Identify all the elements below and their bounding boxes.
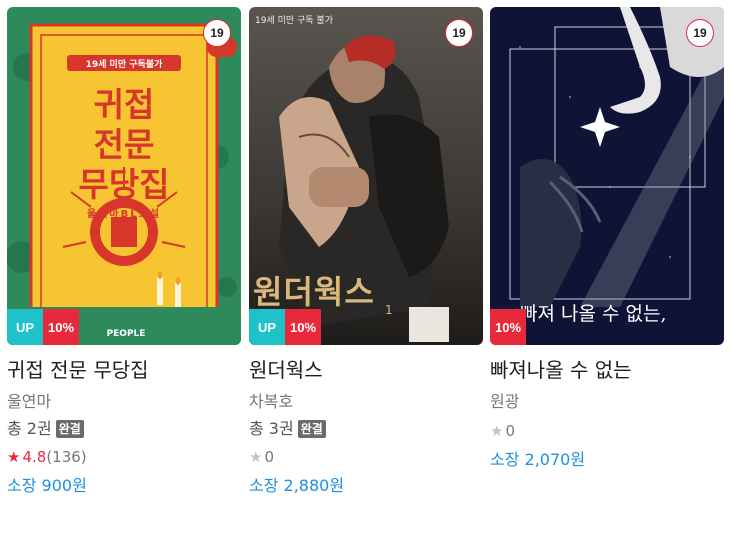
badge-group: UP 10% bbox=[7, 309, 79, 345]
book-cover-3[interactable]: 빠져 나올 수 없는, 19 10% bbox=[490, 7, 724, 345]
badge-group: UP 10% bbox=[249, 309, 321, 345]
discount-badge: 10% bbox=[490, 309, 526, 345]
cover-title: 빠져 나올 수 없는, bbox=[520, 303, 667, 325]
volume-count: 총 2권 bbox=[7, 419, 52, 438]
book-card-1[interactable]: 19세 미만 구독불가 귀접 전문 무당집 울연마BL소설 PEOPLE 19 … bbox=[7, 7, 241, 501]
rating-count: 0 bbox=[505, 422, 515, 440]
price: 소장 900원 bbox=[7, 476, 87, 495]
cover-title-line-3: 무당집 bbox=[78, 166, 170, 203]
cover-subtitle: 울연마BL소설 bbox=[87, 209, 161, 220]
cover-title-line-2: 전문 bbox=[93, 126, 155, 163]
book-cover-2[interactable]: 원더웍스 1 19세 미만 구독 불가 19 UP 10% bbox=[249, 7, 483, 345]
cover-title: 원더웍스 bbox=[253, 273, 375, 311]
age-19-badge: 19 bbox=[203, 19, 231, 47]
price: 소장 2,070원 bbox=[490, 450, 586, 469]
age-19-badge: 19 bbox=[445, 19, 473, 47]
cover-top-label: 19세 미만 구독불가 bbox=[85, 60, 163, 70]
star-icon: ★ bbox=[490, 422, 504, 440]
book-title[interactable]: 빠져나올 수 없는 bbox=[490, 353, 724, 387]
book-card-2[interactable]: 원더웍스 1 19세 미만 구독 불가 19 UP 10% 원더웍스 차복호 총… bbox=[249, 7, 483, 501]
cover-volume-mark: 1 bbox=[385, 303, 393, 317]
rating-count: (136) bbox=[46, 448, 87, 466]
book-author[interactable]: 울연마 bbox=[7, 389, 241, 415]
up-badge: UP bbox=[249, 309, 285, 345]
volume-info: 총 3권 완결 bbox=[249, 415, 483, 443]
rating-count: 0 bbox=[264, 448, 274, 466]
age-19-badge: 19 bbox=[686, 19, 714, 47]
badge-group: 10% bbox=[490, 309, 526, 345]
rating: ★ 4.8 (136) bbox=[7, 443, 241, 471]
up-badge: UP bbox=[7, 309, 43, 345]
discount-badge: 10% bbox=[43, 309, 79, 345]
volume-count: 총 3권 bbox=[249, 419, 294, 438]
complete-badge: 완결 bbox=[297, 420, 326, 438]
cover-title: 귀접 전문 무당집 bbox=[41, 85, 207, 205]
cover-publisher: PEOPLE bbox=[106, 329, 146, 339]
rating-score: 4.8 bbox=[22, 448, 47, 466]
book-cover-1[interactable]: 19세 미만 구독불가 귀접 전문 무당집 울연마BL소설 PEOPLE 19 … bbox=[7, 7, 241, 345]
star-icon: ★ bbox=[7, 448, 21, 466]
book-card-3[interactable]: 빠져 나올 수 없는, 19 10% 빠져나올 수 없는 원광 ★ 0 소장 2… bbox=[490, 7, 724, 475]
book-author[interactable]: 원광 bbox=[490, 389, 724, 415]
book-title[interactable]: 원더웍스 bbox=[249, 353, 483, 387]
cover-art-3 bbox=[490, 7, 724, 345]
price: 소장 2,880원 bbox=[249, 476, 345, 495]
rating: ★ 0 bbox=[490, 417, 724, 445]
star-icon: ★ bbox=[249, 448, 263, 466]
book-title[interactable]: 귀접 전문 무당집 bbox=[7, 353, 241, 387]
cover-top-label: 19세 미만 구독 불가 bbox=[255, 16, 333, 26]
volume-info: 총 2권 완결 bbox=[7, 415, 241, 443]
discount-badge: 10% bbox=[285, 309, 321, 345]
book-author[interactable]: 차복호 bbox=[249, 389, 483, 415]
rating: ★ 0 bbox=[249, 443, 483, 471]
cover-title-line-1: 귀접 bbox=[93, 86, 155, 123]
complete-badge: 완결 bbox=[55, 420, 84, 438]
